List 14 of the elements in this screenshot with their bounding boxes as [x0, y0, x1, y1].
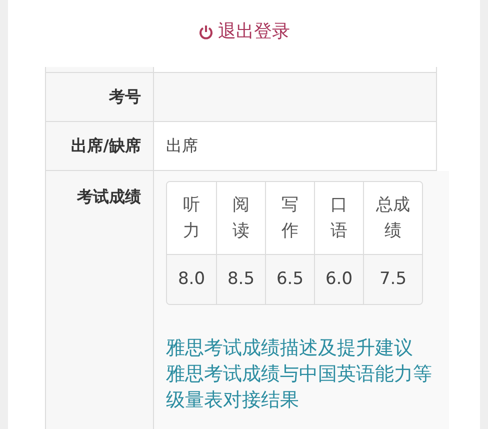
field-label: 考号: [109, 86, 141, 108]
table-header-cell: 总成绩: [363, 182, 422, 255]
table-header-cell: 阅读: [216, 182, 265, 255]
table-header-cell: 听力: [167, 182, 216, 255]
logout-button[interactable]: 退出登录: [198, 18, 290, 45]
field-label: 考试成绩: [77, 186, 141, 208]
power-icon: [198, 24, 214, 40]
field-label: 出席/缺席: [71, 135, 141, 157]
table-cell: 7.5: [363, 255, 422, 304]
table-header-cell: 写作: [265, 182, 314, 255]
table-header-cell: 口语: [314, 182, 363, 255]
link[interactable]: 雅思考试成绩描述及提升建议: [166, 335, 436, 361]
link[interactable]: 雅思考试成绩与中国英语能力等级量表对接结果: [166, 361, 436, 413]
field-value: 出席: [166, 135, 198, 157]
